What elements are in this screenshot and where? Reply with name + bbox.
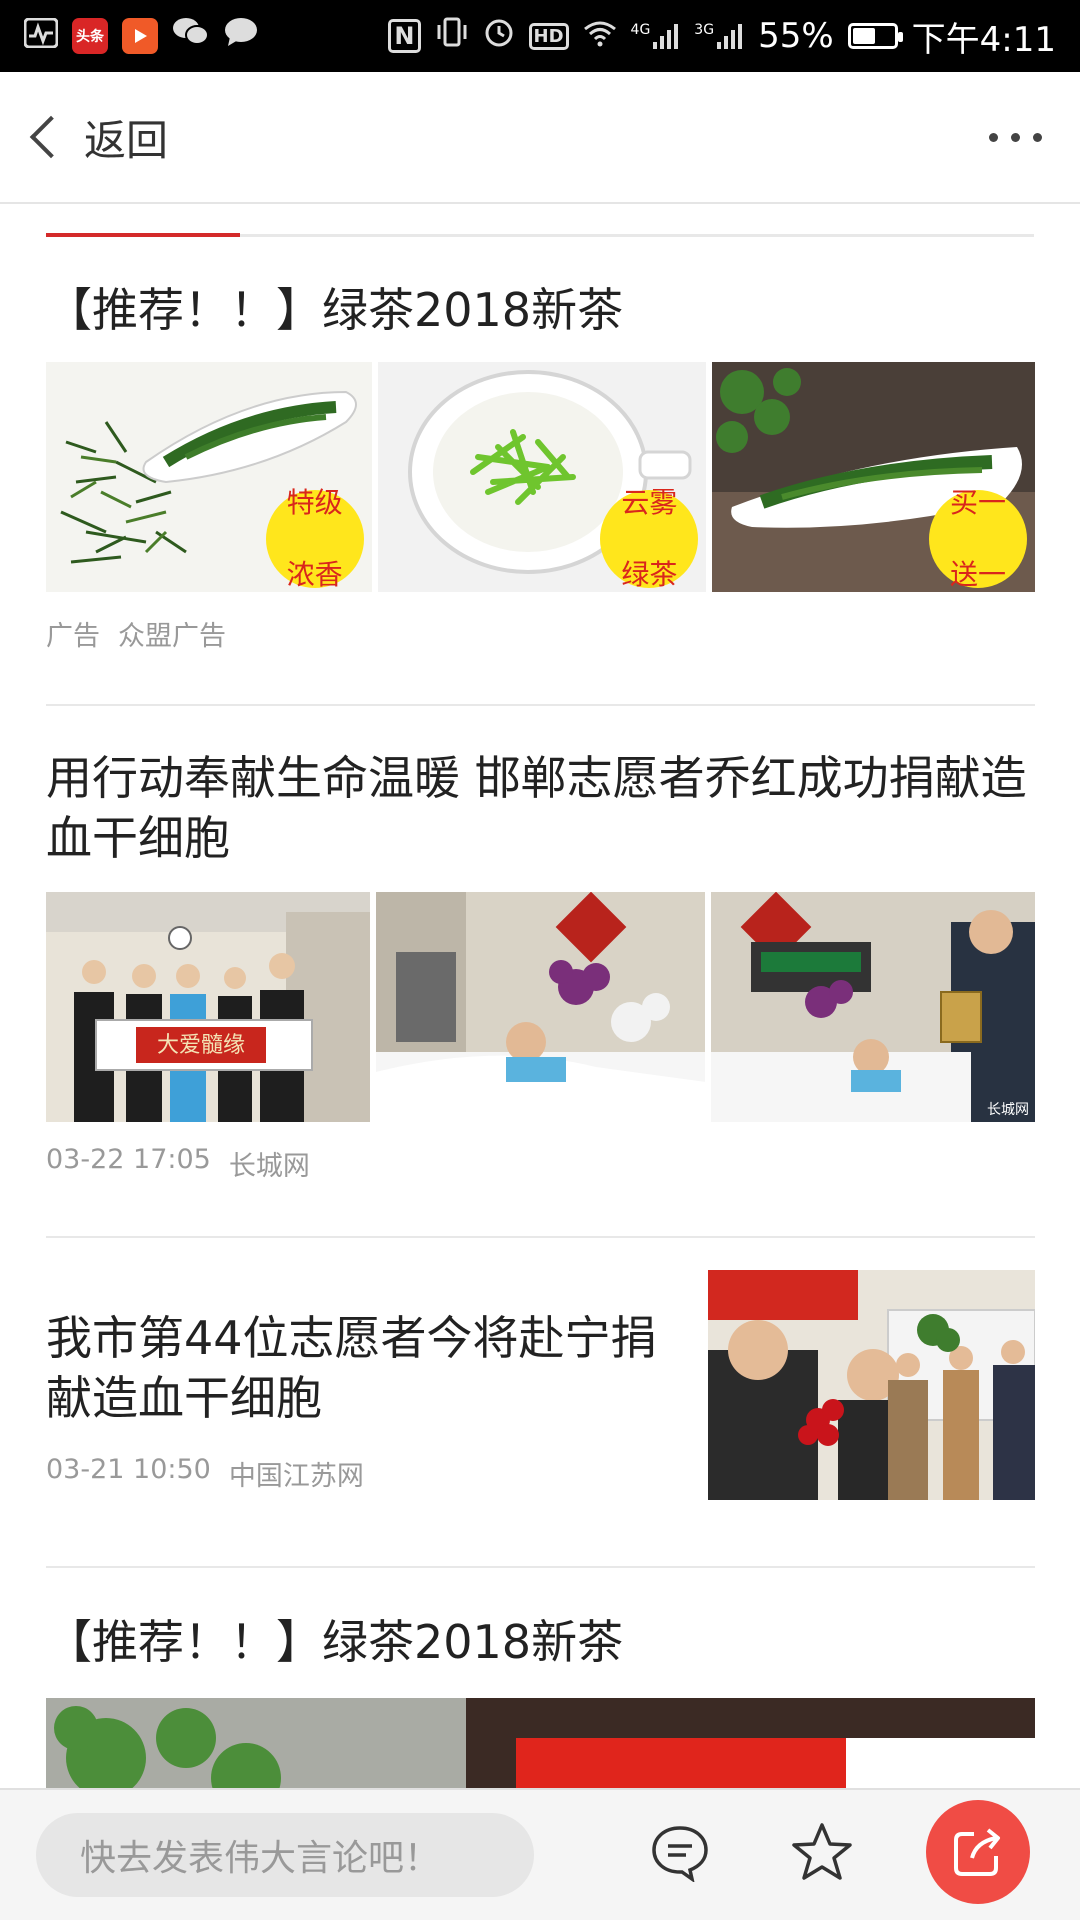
- divider: [46, 1236, 1035, 1238]
- item-meta: 广告 众盟广告: [46, 614, 1035, 653]
- more-dot-icon: [989, 132, 998, 142]
- signal-3g-icon: 3G: [694, 22, 744, 50]
- message-icon: [224, 16, 258, 56]
- status-right: N HD 4G 3G 55% 下午4:11: [388, 12, 1056, 61]
- item-source: 长城网: [228, 1151, 310, 1182]
- feed-item-news[interactable]: 我市第44位志愿者今将赴宁捐献造血干细胞 03-21 10:50 中国江苏网: [46, 1270, 1035, 1516]
- item-meta: 03-22 17:05 长城网: [46, 1144, 1035, 1183]
- top-nav-bar: 返回: [0, 72, 1080, 204]
- ad-source: 众盟广告: [118, 621, 226, 652]
- vibrate-icon: [435, 16, 469, 57]
- ad-image-3: 买一 送一: [712, 362, 1035, 592]
- tab-indicator-active: [46, 233, 240, 237]
- status-bar: 头条 N HD 4G 3G 55% 下午4:11: [0, 0, 1080, 72]
- feed-list: 【推荐！！】绿茶2018新茶 特级浓香 云雾 绿茶 买一 送一 广告 众盟广告 …: [0, 204, 1080, 1788]
- comment-icon: [652, 1826, 708, 1882]
- item-title: 我市第44位志愿者今将赴宁捐献造血干细胞: [46, 1311, 657, 1425]
- nfc-icon: N: [388, 19, 421, 53]
- more-options-button[interactable]: [979, 123, 1052, 152]
- news-image-3: 长城网: [711, 892, 1035, 1122]
- hd-icon: HD: [528, 22, 569, 50]
- ad-label: 广告: [46, 621, 100, 652]
- bottom-bar: 快去发表伟大言论吧！: [0, 1788, 1080, 1920]
- more-dot-icon: [1011, 132, 1020, 142]
- share-icon: [954, 1828, 1000, 1876]
- item-text-block: 我市第44位志愿者今将赴宁捐献造血干细胞 03-21 10:50 中国江苏网: [46, 1308, 666, 1493]
- battery-percent: 55%: [758, 16, 834, 56]
- item-title: 用行动奉献生命温暖 邯郸志愿者乔红成功捐献造血干细胞: [46, 751, 1027, 865]
- article-page: 头条 N HD 4G 3G 55% 下午4:11 返回 【推荐！！】绿茶2018…: [0, 0, 1080, 1920]
- comment-input[interactable]: 快去发表伟大言论吧！: [36, 1813, 534, 1897]
- news-image-right: [708, 1270, 1035, 1500]
- toutiao-app-icon: 头条: [72, 18, 108, 54]
- ad-badge: 云雾 绿茶: [600, 486, 699, 591]
- share-button[interactable]: [926, 1800, 1030, 1904]
- favorite-button[interactable]: [786, 1816, 858, 1888]
- item-title: 【推荐！！】绿茶2018新茶: [46, 1615, 624, 1669]
- banner-text: 大爱髓缘: [157, 1033, 245, 1058]
- item-time: 03-22 17:05: [46, 1144, 211, 1175]
- feed-item-ad[interactable]: 【推荐！！】绿茶2018新茶 特级浓香 云雾 绿茶 买一 送一 广告 众盟广告: [46, 280, 1035, 653]
- battery-fill: [852, 28, 875, 44]
- image-watermark: 长城网: [654, 1102, 696, 1118]
- network-type-label: 4G: [630, 22, 651, 38]
- battery-icon: [847, 23, 903, 49]
- back-button[interactable]: 返回: [20, 107, 168, 168]
- chevron-left-icon: [29, 115, 73, 159]
- news-image-2: 长城网: [375, 892, 706, 1122]
- feed-item-news[interactable]: 用行动奉献生命温暖 邯郸志愿者乔红成功捐献造血干细胞 大爱髓缘 长城网 长城网 …: [46, 748, 1035, 1183]
- back-label: 返回: [84, 115, 169, 165]
- video-app-icon: [122, 18, 158, 54]
- wifi-icon: [583, 16, 617, 56]
- divider: [46, 704, 1035, 706]
- ad-image-2: 云雾 绿茶: [377, 362, 707, 592]
- item-source: 中国江苏网: [228, 1461, 364, 1492]
- signal-4g-icon: 4G: [631, 22, 681, 50]
- comments-button[interactable]: [644, 1816, 716, 1888]
- feed-item-ad[interactable]: 【推荐！！】绿茶2018新茶: [46, 1612, 1035, 1788]
- image-row: 大爱髓缘 长城网 长城网: [46, 892, 1035, 1122]
- alarm-icon: [483, 16, 515, 57]
- image-watermark: 长城网: [987, 1102, 1029, 1118]
- news-image-1: 大爱髓缘: [46, 892, 370, 1122]
- item-title: 【推荐！！】绿茶2018新茶: [46, 283, 624, 337]
- item-meta: 03-21 10:50 中国江苏网: [46, 1454, 666, 1493]
- ad-banner-image: [46, 1698, 1035, 1788]
- activity-icon: [23, 17, 59, 55]
- item-time: 03-21 10:50: [46, 1454, 211, 1485]
- ad-badge: 买一 送一: [929, 486, 1027, 591]
- more-dot-icon: [1033, 132, 1042, 142]
- status-left: 头条: [23, 16, 258, 57]
- clock: 下午4:11: [911, 19, 1056, 60]
- star-icon: [792, 1823, 852, 1880]
- divider: [46, 1566, 1035, 1568]
- network-type-label: 3G: [694, 22, 715, 38]
- image-row: 特级 浓香 云雾 绿茶 买一 送一: [46, 362, 1035, 592]
- tab-indicator-track: [46, 233, 1034, 237]
- ad-badge: 特级 浓香: [265, 486, 364, 591]
- ad-image-1: 特级 浓香: [46, 362, 372, 592]
- wechat-icon: [172, 16, 210, 57]
